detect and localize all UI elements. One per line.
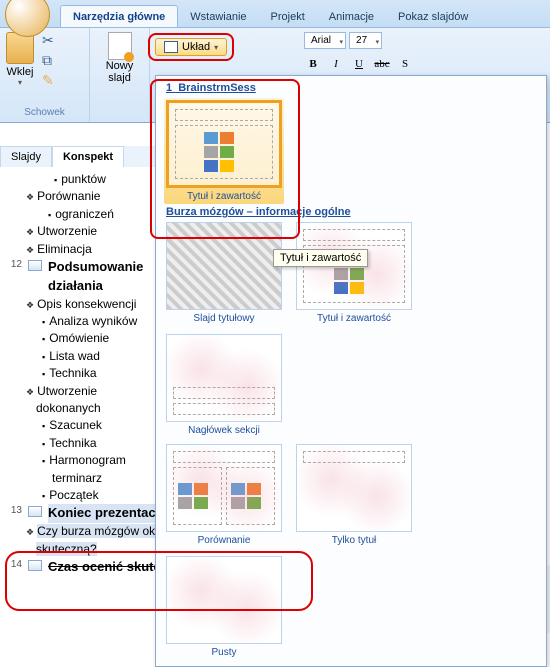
layout-tile-label: Slajd tytułowy bbox=[193, 313, 254, 324]
layout-tile-title-slide[interactable]: Slajd tytułowy bbox=[164, 222, 284, 324]
ribbon-tabs: Narzędzia główne Wstawianie Projekt Anim… bbox=[0, 0, 550, 28]
format-painter-button[interactable]: ✎ bbox=[42, 72, 58, 88]
layout-tile-label: Tytuł i zawartość bbox=[317, 313, 391, 324]
new-slide-button[interactable]: Nowy slajd bbox=[96, 32, 143, 84]
layout-tile-label: Tylko tytuł bbox=[332, 535, 376, 546]
layout-tile-title-only[interactable]: Tylko tytuł bbox=[294, 444, 414, 546]
chevron-down-icon: ▾ bbox=[340, 38, 344, 46]
tooltip: Tytuł i zawartość bbox=[273, 249, 368, 267]
slide-number: 13 bbox=[8, 504, 22, 519]
panel-tab-slides[interactable]: Slajdy bbox=[0, 146, 52, 167]
tab-insert[interactable]: Wstawianie bbox=[178, 6, 258, 27]
new-slide-label2: slajd bbox=[108, 72, 131, 84]
cut-button[interactable]: ✂ bbox=[42, 32, 58, 48]
layout-tile-label: Pusty bbox=[211, 647, 236, 658]
underline-button[interactable]: U bbox=[350, 55, 368, 73]
bold-button[interactable]: B bbox=[304, 55, 322, 73]
layout-thumb bbox=[166, 222, 282, 310]
panel-tab-outline[interactable]: Konspekt bbox=[52, 146, 124, 167]
new-slide-icon bbox=[108, 32, 132, 60]
tab-design[interactable]: Projekt bbox=[259, 6, 317, 27]
font-size-combo[interactable]: 27▾ bbox=[349, 32, 382, 49]
tab-slideshow[interactable]: Pokaz slajdów bbox=[386, 6, 480, 27]
tab-home[interactable]: Narzędzia główne bbox=[60, 5, 178, 27]
layout-gallery: 1_BrainstrmSess Tytuł i zawartość Burza … bbox=[155, 75, 547, 667]
slide-title: Podsumowanie bbox=[48, 258, 143, 277]
layout-tile-title-content[interactable]: Tytuł i zawartość bbox=[294, 222, 414, 324]
slide-number: 14 bbox=[8, 558, 22, 573]
gallery-section-2: Burza mózgów – informacje ogólne bbox=[166, 206, 538, 218]
chevron-down-icon: ▾ bbox=[376, 38, 380, 46]
layout-tile-label: Porównanie bbox=[198, 535, 251, 546]
tab-animations[interactable]: Animacje bbox=[317, 6, 386, 27]
layout-icon bbox=[164, 41, 178, 53]
slide-number: 12 bbox=[8, 258, 22, 273]
slides-group: Nowy slajd bbox=[90, 28, 150, 122]
clipboard-label: Schowek bbox=[6, 105, 83, 118]
font-toolbar: Arial▾ 27▾ bbox=[304, 32, 382, 49]
slide-title: działania bbox=[48, 277, 143, 296]
paste-button[interactable]: Wklej ▾ bbox=[6, 32, 34, 87]
layout-tile-blank[interactable]: Pusty bbox=[164, 556, 284, 658]
layout-thumb bbox=[166, 100, 282, 188]
slide-title: Koniec prezentacji bbox=[48, 504, 163, 523]
slide-icon bbox=[28, 560, 42, 571]
layout-button[interactable]: Układ ▾ bbox=[155, 38, 227, 56]
layout-label: Układ bbox=[182, 41, 210, 53]
layout-tile-label: Tytuł i zawartość bbox=[187, 191, 261, 202]
layout-tile-comparison[interactable]: Porównanie bbox=[164, 444, 284, 546]
strike-button[interactable]: abc bbox=[373, 55, 391, 73]
layout-thumb bbox=[166, 444, 282, 532]
copy-button[interactable]: ⧉ bbox=[42, 52, 58, 68]
layout-tile-section-header[interactable]: Nagłówek sekcji bbox=[164, 334, 284, 436]
font-family-combo[interactable]: Arial▾ bbox=[304, 32, 346, 49]
chevron-down-icon: ▾ bbox=[214, 43, 218, 52]
clipboard-group: Wklej ▾ ✂ ⧉ ✎ Schowek bbox=[0, 28, 90, 122]
italic-button[interactable]: I bbox=[327, 55, 345, 73]
layout-thumb bbox=[166, 556, 282, 644]
chevron-down-icon: ▾ bbox=[18, 78, 22, 87]
layout-tile-title-content-selected[interactable]: Tytuł i zawartość bbox=[164, 98, 284, 204]
font-style-row: B I U abc S bbox=[304, 55, 414, 73]
gallery-section-1: 1_BrainstrmSess bbox=[166, 82, 538, 94]
shadow-button[interactable]: S bbox=[396, 55, 414, 73]
layout-thumb bbox=[296, 444, 412, 532]
layout-thumb bbox=[166, 334, 282, 422]
slide-icon bbox=[28, 506, 42, 517]
paste-label: Wklej bbox=[7, 66, 34, 78]
slide-icon bbox=[28, 260, 42, 271]
layout-tile-label: Nagłówek sekcji bbox=[188, 425, 260, 436]
